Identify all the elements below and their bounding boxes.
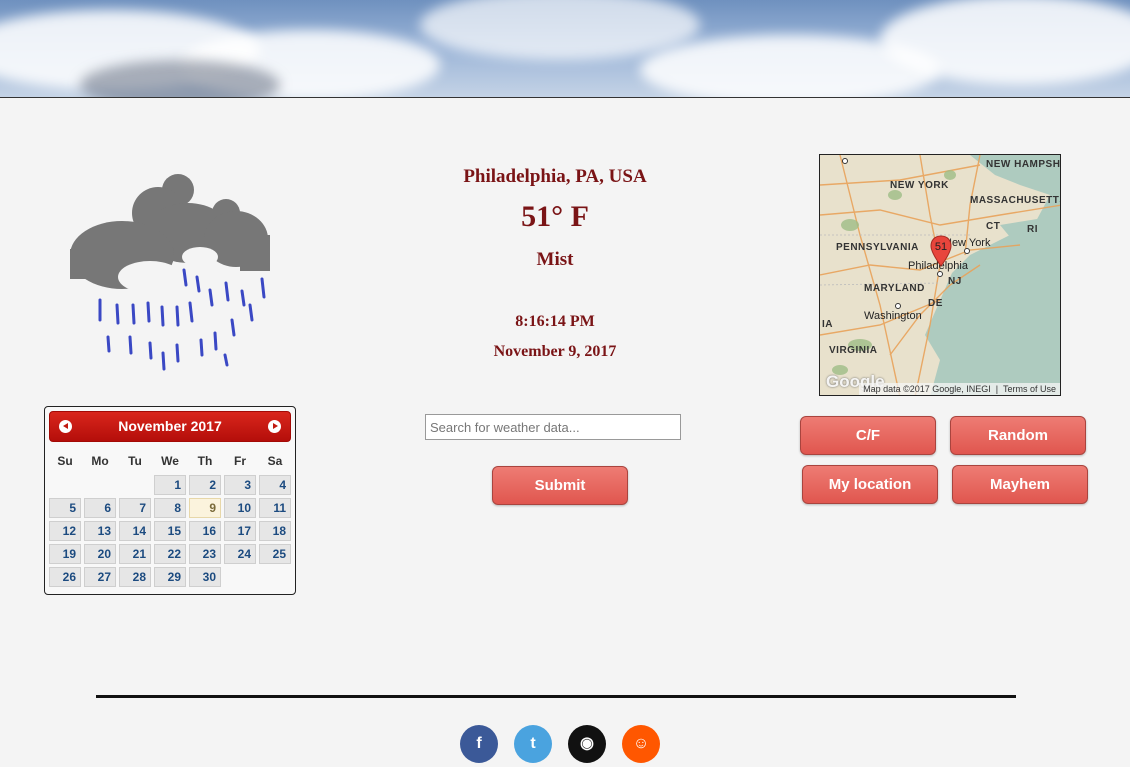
location-map[interactable]: NEW YORK NEW HAMPSHIRE MASSACHUSETTS PEN… [819, 154, 1061, 396]
map-state-label: VIRGINIA [829, 345, 878, 356]
map-background [820, 155, 1060, 395]
map-marker-label: 51 [935, 241, 947, 253]
sky-banner [0, 0, 1130, 98]
calendar-day[interactable]: 19 [49, 544, 81, 564]
calendar-grid: Su Mo Tu We Th Fr Sa 1 2 3 4 5 6 7 8 9 10 11 12 13 14 15 16 17 1… [49, 450, 291, 587]
calendar-day[interactable]: 2 [189, 475, 221, 495]
calendar-day[interactable]: 25 [259, 544, 291, 564]
github-icon[interactable]: ◉ [568, 725, 606, 763]
calendar-day[interactable]: 29 [154, 567, 186, 587]
calendar-day[interactable]: 14 [119, 521, 151, 541]
calendar-day[interactable]: 22 [154, 544, 186, 564]
map-state-label: DE [928, 298, 943, 309]
reddit-icon-glyph: ☺ [632, 735, 650, 752]
map-state-label: NJ [948, 276, 962, 287]
calendar-day[interactable]: 10 [224, 498, 256, 518]
calendar-day[interactable]: 28 [119, 567, 151, 587]
calendar-empty-cell [49, 475, 81, 495]
calendar-day[interactable]: 21 [119, 544, 151, 564]
calendar-weekday: Fr [234, 454, 246, 468]
mayhem-button[interactable]: Mayhem [952, 465, 1088, 504]
current-date: November 9, 2017 [493, 343, 617, 360]
cf-toggle-button[interactable]: C/F [800, 416, 936, 455]
location-name: Philadelphia, PA, USA [463, 166, 647, 187]
calendar-month-label: November 2017 [118, 418, 222, 434]
calendar-day[interactable]: 20 [84, 544, 116, 564]
temperature-value: 51° F [521, 200, 589, 233]
prev-month-icon[interactable] [59, 420, 72, 433]
calendar-day[interactable]: 11 [259, 498, 291, 518]
map-city-label: Washington [864, 310, 922, 322]
map-state-label: NEW HAMPSHIRE [986, 159, 1061, 170]
calendar-day[interactable]: 5 [49, 498, 81, 518]
map-marker-icon[interactable]: 51 [930, 235, 952, 267]
calendar-day[interactable]: 4 [259, 475, 291, 495]
calendar-day[interactable]: 24 [224, 544, 256, 564]
calendar-weekday: Sa [267, 454, 283, 468]
calendar-header: November 2017 [49, 411, 291, 442]
calendar-day[interactable]: 23 [189, 544, 221, 564]
map-attribution-text: Map data ©2017 Google, INEGI [863, 384, 991, 394]
calendar-day[interactable]: 12 [49, 521, 81, 541]
calendar-day[interactable]: 6 [84, 498, 116, 518]
calendar-day[interactable]: 26 [49, 567, 81, 587]
calendar-day[interactable]: 17 [224, 521, 256, 541]
map-state-label: CT [986, 221, 1001, 232]
calendar-widget: November 2017 Su Mo Tu We Th Fr Sa 1 2 3 4 5 6 7 8 9 10 1… [44, 406, 296, 595]
calendar-day[interactable]: 13 [84, 521, 116, 541]
calendar-day[interactable]: 18 [259, 521, 291, 541]
map-attribution: Map data ©2017 Google, INEGI | Terms of … [859, 383, 1060, 395]
calendar-day[interactable]: 15 [154, 521, 186, 541]
map-state-label: IA [822, 319, 833, 330]
map-state-label: MARYLAND [864, 283, 925, 294]
facebook-icon-glyph: f [476, 735, 482, 752]
calendar-day[interactable]: 16 [189, 521, 221, 541]
calendar-weekday: Su [57, 454, 73, 468]
weather-condition: Mist [536, 249, 574, 270]
calendar-empty-cell [84, 475, 116, 495]
calendar-day[interactable]: 1 [154, 475, 186, 495]
submit-button[interactable]: Submit [492, 466, 628, 505]
calendar-weekday: Tu [128, 454, 142, 468]
github-icon-glyph: ◉ [580, 735, 594, 752]
calendar-day-today[interactable]: 9 [189, 498, 221, 518]
terms-of-use-link[interactable]: Terms of Use [1003, 384, 1056, 394]
map-state-label: RI [1027, 224, 1038, 235]
facebook-icon[interactable]: f [460, 725, 498, 763]
calendar-day[interactable]: 8 [154, 498, 186, 518]
footer-divider [96, 695, 1016, 698]
calendar-day[interactable]: 27 [84, 567, 116, 587]
calendar-empty-cell [119, 475, 151, 495]
calendar-day[interactable]: 3 [224, 475, 256, 495]
next-month-icon[interactable] [268, 420, 281, 433]
random-button[interactable]: Random [950, 416, 1086, 455]
current-time: 8:16:14 PM [515, 313, 595, 330]
map-state-label: MASSACHUSETTS [970, 195, 1061, 206]
rain-cloud-icon [70, 174, 270, 371]
my-location-button[interactable]: My location [802, 465, 938, 504]
calendar-weekday: We [161, 454, 179, 468]
calendar-weekday: Th [197, 454, 213, 468]
twitter-icon-glyph: t [530, 735, 536, 752]
calendar-weekday: Mo [91, 454, 109, 468]
reddit-icon[interactable]: ☺ [622, 725, 660, 763]
calendar-day[interactable]: 30 [189, 567, 221, 587]
search-input[interactable] [425, 414, 681, 440]
twitter-icon[interactable]: t [514, 725, 552, 763]
map-state-label: NEW YORK [890, 180, 949, 191]
map-state-label: PENNSYLVANIA [836, 242, 919, 253]
calendar-day[interactable]: 7 [119, 498, 151, 518]
